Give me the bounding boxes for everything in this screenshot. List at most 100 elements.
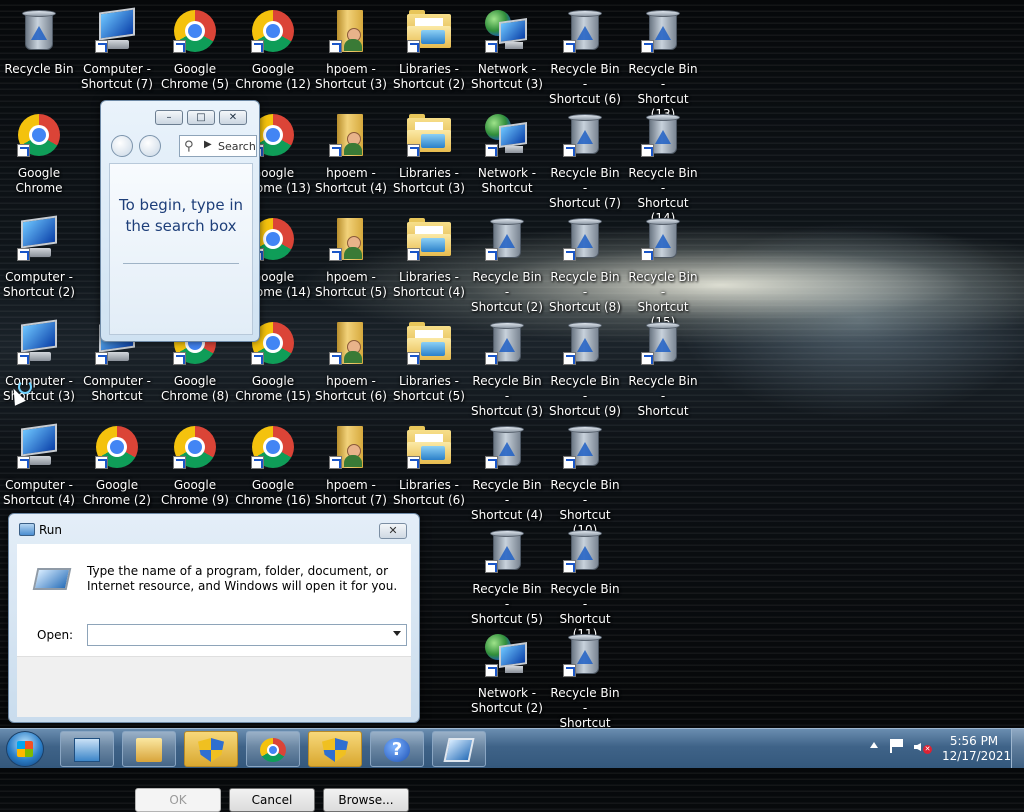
desktop-icon-chrome[interactable]: Google Chrome (5) xyxy=(157,4,233,102)
desktop-icon-chrome[interactable]: Google Chrome (12) xyxy=(235,4,311,102)
shortcut-arrow-icon xyxy=(329,248,342,261)
open-combobox[interactable] xyxy=(87,624,407,646)
taskbar-item-security-shield[interactable] xyxy=(184,731,238,767)
taskbar-clock[interactable]: 5:56 PM 12/17/2021 xyxy=(942,734,1012,764)
show-desktop-button[interactable] xyxy=(1011,729,1024,768)
desktop-icon-recycle-bin[interactable]: Recycle Bin - Shortcut (6) xyxy=(547,4,623,106)
back-button[interactable] xyxy=(111,135,133,157)
taskbar-item-google-chrome[interactable] xyxy=(246,731,300,767)
shield-icon xyxy=(322,738,348,762)
desktop-icon-recycle-bin[interactable]: Recycle Bin - Shortcut (12) xyxy=(547,628,623,745)
shortcut-arrow-icon xyxy=(563,352,576,365)
desktop-icon-recycle-bin[interactable]: Recycle Bin - Shortcut (8) xyxy=(547,212,623,314)
desktop-icon-recycle-bin[interactable]: Recycle Bin - Shortcut (10) xyxy=(547,420,623,537)
run-close-button[interactable]: ✕ xyxy=(379,523,407,539)
minimize-button[interactable]: – xyxy=(155,110,183,125)
desktop-icon-libraries[interactable]: Libraries - Shortcut (2) xyxy=(391,4,467,102)
shortcut-arrow-icon xyxy=(485,456,498,469)
shortcut-arrow-icon xyxy=(485,352,498,365)
desktop-icon-libraries[interactable]: Libraries - Shortcut (5) xyxy=(391,316,467,414)
desktop-icon-computer[interactable]: Computer - Shortcut (4) xyxy=(1,420,77,518)
desktop-icon-recycle-bin[interactable]: Recycle Bin - Shortcut (5) xyxy=(469,524,545,626)
show-hidden-icons-button[interactable] xyxy=(870,742,878,748)
desktop-icon-label: hpoem - Shortcut (3) xyxy=(315,62,387,91)
desktop-icon-chrome[interactable]: Google Chrome (16) xyxy=(235,420,311,518)
desktop-icon-recycle-bin[interactable]: Recycle Bin - Shortcut (11) xyxy=(547,524,623,641)
run-dialog-title: Run xyxy=(39,523,63,537)
desktop-icon-hpoem[interactable]: hpoem - Shortcut (7) xyxy=(313,420,389,518)
shortcut-arrow-icon xyxy=(17,144,30,157)
desktop-icon-hpoem[interactable]: hpoem - Shortcut (4) xyxy=(313,108,389,206)
taskbar-item-security-shield-2[interactable] xyxy=(308,731,362,767)
desktop-icon-label: Computer - Shortcut (7) xyxy=(81,62,153,91)
maximize-button[interactable]: □ xyxy=(187,110,215,125)
shortcut-arrow-icon xyxy=(641,248,654,261)
desktop-icon-recycle-bin[interactable]: Recycle Bin - Shortcut xyxy=(625,316,701,418)
shortcut-arrow-icon xyxy=(485,40,498,53)
desktop-icon-label: Recycle Bin - Shortcut (7) xyxy=(549,166,621,210)
desktop-icon-libraries[interactable]: Libraries - Shortcut (6) xyxy=(391,420,467,518)
run-dialog-footer: OK Cancel Browse... xyxy=(17,656,411,812)
desktop-icon-recycle-bin[interactable]: Recycle Bin - Shortcut (2) xyxy=(469,212,545,314)
volume-muted-icon[interactable]: ✕ xyxy=(914,739,932,755)
windows-logo-icon xyxy=(17,741,33,757)
search-placeholder: Search xyxy=(218,140,256,153)
desktop-icon-hpoem[interactable]: hpoem - Shortcut (3) xyxy=(313,4,389,102)
desktop-icon-label: Google Chrome (8) xyxy=(161,374,229,403)
search-window[interactable]: – □ ✕ ⚲ ▶ Search To begin, type in the s… xyxy=(100,100,260,342)
desktop-icon-recycle-bin[interactable]: Recycle Bin - Shortcut (3) xyxy=(469,316,545,418)
shortcut-arrow-icon xyxy=(173,352,186,365)
desktop-icon-libraries[interactable]: Libraries - Shortcut (3) xyxy=(391,108,467,206)
shortcut-arrow-icon xyxy=(407,456,420,469)
shortcut-arrow-icon xyxy=(95,456,108,469)
desktop-icon-label: Network - Shortcut (2) xyxy=(471,686,543,715)
forward-button[interactable] xyxy=(139,135,161,157)
shortcut-arrow-icon xyxy=(485,560,498,573)
shortcut-arrow-icon xyxy=(407,352,420,365)
clock-date: 12/17/2021 xyxy=(942,749,1012,763)
desktop-icon-recycle-bin[interactable]: Recycle Bin - Shortcut (14) xyxy=(625,108,701,225)
taskbar-item-windows-explorer[interactable] xyxy=(122,731,176,767)
shortcut-arrow-icon xyxy=(95,40,108,53)
desktop-icon-recycle-bin[interactable]: Recycle Bin - Shortcut (9) xyxy=(547,316,623,418)
desktop-icon-network[interactable]: Network - Shortcut xyxy=(469,108,545,206)
desktop-icon-label: Google Chrome (2) xyxy=(83,478,151,507)
browse-button[interactable]: Browse... xyxy=(323,788,409,812)
desktop-icon-computer[interactable]: Computer - Shortcut (7) xyxy=(79,4,155,102)
desktop-icon-libraries[interactable]: Libraries - Shortcut (4) xyxy=(391,212,467,310)
close-button[interactable]: ✕ xyxy=(219,110,247,125)
shortcut-arrow-icon xyxy=(17,248,30,261)
desktop-icon-network[interactable]: Network - Shortcut (3) xyxy=(469,4,545,102)
desktop-icon-label: Network - Shortcut xyxy=(477,166,537,195)
desktop-icon-chrome[interactable]: Google Chrome xyxy=(1,108,77,206)
desktop-icon-recycle-bin[interactable]: Recycle Bin - Shortcut (7) xyxy=(547,108,623,210)
desktop-icon-network[interactable]: Network - Shortcut (2) xyxy=(469,628,545,726)
search-input[interactable]: ⚲ ▶ Search xyxy=(179,135,257,157)
action-center-flag-icon[interactable] xyxy=(890,739,906,753)
taskbar-item-run-window[interactable] xyxy=(432,731,486,767)
taskbar-item-control-panel[interactable] xyxy=(60,731,114,767)
desktop-icon-hpoem[interactable]: hpoem - Shortcut (6) xyxy=(313,316,389,414)
shortcut-arrow-icon xyxy=(563,40,576,53)
taskbar-item-help-and-support[interactable]: ? xyxy=(370,731,424,767)
desktop-icon-recycle-bin[interactable]: Recycle Bin - Shortcut (4) xyxy=(469,420,545,522)
cancel-button[interactable]: Cancel xyxy=(229,788,315,812)
desktop-icon-recycle-bin[interactable]: Recycle Bin xyxy=(1,4,77,102)
desktop-icon-computer[interactable]: Computer - Shortcut (2) xyxy=(1,212,77,310)
shortcut-arrow-icon xyxy=(173,40,186,53)
recycle-bin-icon xyxy=(17,10,61,54)
desktop-icon-chrome[interactable]: Google Chrome (9) xyxy=(157,420,233,518)
clock-time: 5:56 PM xyxy=(949,734,999,748)
chevron-right-icon: ▶ xyxy=(204,139,212,150)
desktop-icon-label: hpoem - Shortcut (5) xyxy=(315,270,387,299)
start-button[interactable] xyxy=(6,731,44,767)
folder-icon xyxy=(136,738,162,762)
chevron-down-icon[interactable] xyxy=(393,631,401,636)
shortcut-arrow-icon xyxy=(251,352,264,365)
ok-button[interactable]: OK xyxy=(135,788,221,812)
desktop-icon-hpoem[interactable]: hpoem - Shortcut (5) xyxy=(313,212,389,310)
shortcut-arrow-icon xyxy=(329,40,342,53)
desktop-icon-chrome[interactable]: Google Chrome (2) xyxy=(79,420,155,518)
desktop-icon-recycle-bin[interactable]: Recycle Bin - Shortcut (15) xyxy=(625,212,701,329)
desktop-icon-recycle-bin[interactable]: Recycle Bin - Shortcut (13) xyxy=(625,4,701,121)
